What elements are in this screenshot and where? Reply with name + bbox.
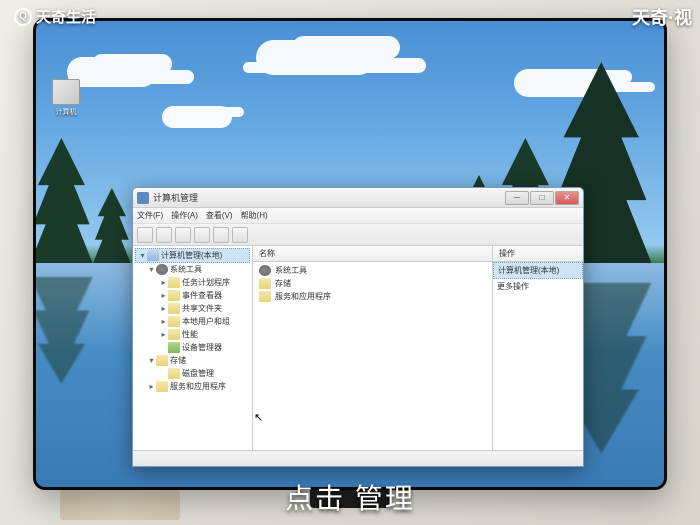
tree-node[interactable]: 磁盘管理 [135,367,250,380]
list-items: 系统工具 存储 服务和应用程序 [253,262,492,305]
desktop-icon-label: 计算机 [50,107,82,117]
tree-node[interactable]: ▸事件查看器 [135,289,250,302]
toolbar-back-button[interactable] [137,227,153,243]
tree-node-label: 磁盘管理 [182,368,214,379]
menu-file[interactable]: 文件(F) [137,210,163,221]
cloud-shape [162,106,232,128]
folder-icon [156,381,168,392]
folder-icon [168,329,180,340]
tree-node-label: 存储 [170,355,186,366]
tree-node-label: 事件查看器 [182,290,222,301]
toolbar-help-button[interactable] [232,227,248,243]
folder-icon [168,368,180,379]
tree-node[interactable]: ▸任务计划程序 [135,276,250,289]
desktop-screen[interactable]: 计算机 计算机管理 ─ □ ✕ 文件(F) 操作(A) 查看(V) 帮助(H) [36,21,664,487]
status-bar [133,450,583,466]
tree-root[interactable]: ▾计算机管理(本地) [135,248,250,263]
minimize-button[interactable]: ─ [505,191,529,205]
tree-node-system-tools[interactable]: ▾系统工具 [135,263,250,276]
watermark-top-left: Q 天奇生活 [14,6,96,27]
toolbar [133,224,583,246]
folder-icon [156,355,168,366]
tree-node-services[interactable]: ▸服务和应用程序 [135,380,250,393]
column-header-name[interactable]: 名称 [253,246,492,262]
window-icon [137,192,149,204]
list-item[interactable]: 服务和应用程序 [255,290,490,303]
tree-node[interactable]: ▸共享文件夹 [135,302,250,315]
gear-icon [259,265,271,276]
list-item[interactable]: 系统工具 [255,264,490,277]
menu-action[interactable]: 操作(A) [171,210,198,221]
actions-pane[interactable]: 操作 计算机管理(本地) 更多操作 [493,246,583,450]
toolbar-refresh-button[interactable] [213,227,229,243]
device-icon [168,342,180,353]
folder-icon [168,316,180,327]
list-item-label: 系统工具 [275,265,307,276]
toolbar-properties-button[interactable] [194,227,210,243]
logo-icon: Q [14,8,32,26]
cursor-icon: ↖ [254,411,263,424]
folder-icon [168,303,180,314]
actions-pane-selected[interactable]: 计算机管理(本地) [493,262,583,279]
video-caption: 点击 管理 [285,477,415,517]
tree-node-label: 计算机管理(本地) [161,250,222,261]
window-title: 计算机管理 [153,191,505,204]
tree-node-label: 设备管理器 [182,342,222,353]
list-item-label: 服务和应用程序 [275,291,331,302]
tree-shape [36,138,93,264]
watermark-top-right: 天奇·视 [632,4,692,30]
maximize-button[interactable]: □ [530,191,554,205]
folder-icon [168,290,180,301]
list-item[interactable]: 存储 [255,277,490,290]
computer-management-window: 计算机管理 ─ □ ✕ 文件(F) 操作(A) 查看(V) 帮助(H) [132,187,584,467]
computer-icon [52,79,80,105]
tree-node-label: 任务计划程序 [182,277,230,288]
window-controls: ─ □ ✕ [505,191,579,205]
list-main[interactable]: 名称 系统工具 存储 服务和应用程序 [253,246,493,450]
menu-help[interactable]: 帮助(H) [241,210,268,221]
tree-node-device-manager[interactable]: 设备管理器 [135,341,250,354]
tree-pane[interactable]: ▾计算机管理(本地) ▾系统工具 ▸任务计划程序 ▸事件查看器 ▸共享文件夹 ▸… [133,246,253,450]
menu-view[interactable]: 查看(V) [206,210,233,221]
tree-node-label: 本地用户和组 [182,316,230,327]
gear-icon [156,264,168,275]
folder-icon [168,277,180,288]
list-pane: 名称 系统工具 存储 服务和应用程序 操作 计算机管理(本地) 更多操作 [253,246,583,450]
reflection [36,273,93,384]
menubar: 文件(F) 操作(A) 查看(V) 帮助(H) [133,208,583,224]
close-button[interactable]: ✕ [555,191,579,205]
actions-pane-more[interactable]: 更多操作 [493,279,583,294]
tree-shape [93,188,131,263]
tree-node[interactable]: ▸性能 [135,328,250,341]
tree-node-label: 性能 [182,329,198,340]
folder-icon [259,291,271,302]
titlebar[interactable]: 计算机管理 ─ □ ✕ [133,188,583,208]
column-header-action[interactable]: 操作 [493,246,583,262]
watermark-text: 天奇生活 [36,6,96,27]
toolbar-forward-button[interactable] [156,227,172,243]
tree-node-label: 共享文件夹 [182,303,222,314]
desktop-icon-computer[interactable]: 计算机 [50,79,82,119]
tree-node-label: 服务和应用程序 [170,381,226,392]
window-body: ▾计算机管理(本地) ▾系统工具 ▸任务计划程序 ▸事件查看器 ▸共享文件夹 ▸… [133,246,583,450]
toolbar-up-button[interactable] [175,227,191,243]
cloud-shape [256,40,376,75]
folder-icon [259,278,271,289]
tree-node-storage[interactable]: ▾存储 [135,354,250,367]
list-item-label: 存储 [275,278,291,289]
tree-node-label: 系统工具 [170,264,202,275]
computer-icon [147,250,159,261]
tree-node[interactable]: ▸本地用户和组 [135,315,250,328]
monitor-frame: 计算机 计算机管理 ─ □ ✕ 文件(F) 操作(A) 查看(V) 帮助(H) [33,18,667,490]
